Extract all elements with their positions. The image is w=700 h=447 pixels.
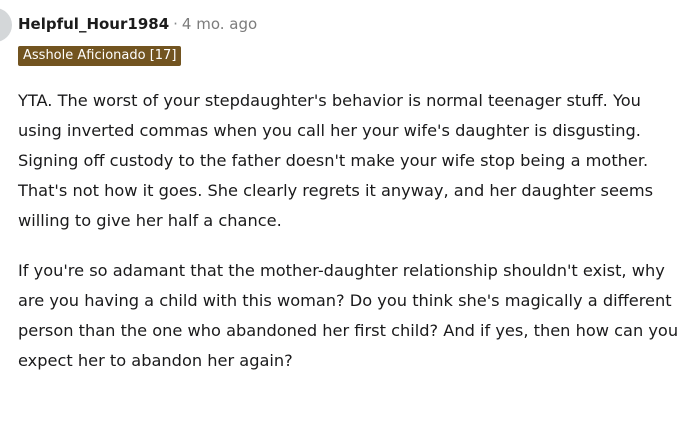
comment-paragraph: If you're so adamant that the mother-dau…	[18, 261, 679, 370]
comment: Helpful_Hour1984 · 4 mo. ago Asshole Afici…	[0, 0, 700, 447]
timestamp-link[interactable]: 4 mo. ago	[182, 15, 257, 33]
meta-separator: ·	[173, 15, 178, 33]
comment-paragraph: YTA. The worst of your stepdaughter's be…	[18, 91, 654, 230]
comment-body: YTA. The worst of your stepdaughter's be…	[18, 86, 688, 396]
user-avatar[interactable]	[0, 8, 12, 42]
username-link[interactable]: Helpful_Hour1984	[18, 15, 169, 33]
comment-meta: Helpful_Hour1984 · 4 mo. ago	[18, 14, 257, 34]
user-flair-badge: Asshole Aficionado [17]	[18, 46, 182, 66]
